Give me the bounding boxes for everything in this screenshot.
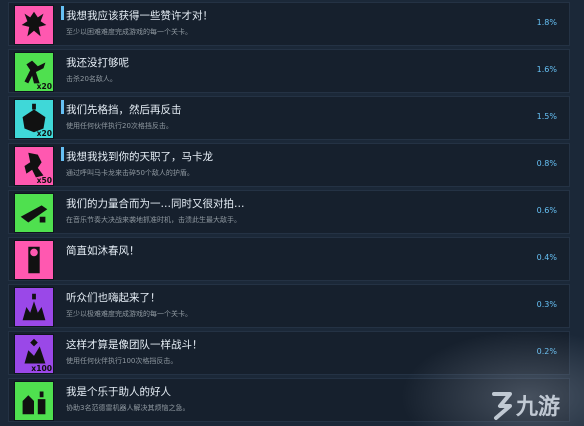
progress-indicator	[61, 100, 64, 114]
achievement-row[interactable]: 我们的力量合而为一…同时又很对拍… 在音乐节奏大决战来袭地抓准时机，击溃此生最大敌…	[8, 190, 570, 234]
beat-cannon-icon	[14, 193, 54, 233]
achievement-description: 至少以困难难度完成游戏的每一个关卡。	[66, 28, 192, 36]
achievement-title: 我想我应该获得一些赞许才对！	[66, 10, 213, 22]
unlock-percentage: 0.3%	[536, 300, 557, 309]
achievement-list: 我想我应该获得一些赞许才对！ 至少以困难难度完成游戏的每一个关卡。 1.8% x20 我…	[0, 0, 584, 426]
unlock-percentage: 0.6%	[536, 206, 557, 215]
achievement-title: 这样才算是像团队一样战斗！	[66, 339, 203, 351]
unlock-percentage: 1.6%	[536, 65, 557, 74]
svg-text:x50: x50	[37, 176, 52, 185]
svg-text:x20: x20	[37, 82, 52, 91]
speaker-figure-icon	[14, 240, 54, 280]
achievement-row[interactable]: 简直如沐春风！ 0.4%	[8, 237, 570, 281]
helper-robot-icon	[14, 381, 54, 421]
achievement-row[interactable]: 我想我应该获得一些赞许才对！ 至少以困难难度完成游戏的每一个关卡。 1.8%	[8, 2, 570, 46]
achievement-title: 我是个乐于助人的好人	[66, 386, 171, 398]
achievement-row[interactable]: x50 我想我找到你的天职了，马卡龙通过呼叫马卡龙来击碎50个敌人的护盾。 0.8%	[8, 143, 570, 187]
team-counter-icon: x100	[14, 334, 54, 374]
svg-text:x20: x20	[37, 129, 52, 138]
crowd-hype-icon	[14, 287, 54, 327]
achievement-title: 听众们也嗨起来了！	[66, 292, 161, 304]
demon-figure-icon	[14, 5, 54, 45]
achievement-row[interactable]: x100 这样才算是像团队一样战斗！ 使用任何伙伴执行100次格挡反击。 0.2%	[8, 331, 570, 375]
achievement-description: 通过呼叫马卡龙来击碎50个敌人的护盾。	[66, 169, 194, 177]
unlock-percentage: 0.4%	[536, 253, 557, 262]
svg-text:x100: x100	[31, 364, 52, 373]
svg-text:九游: 九游	[515, 394, 560, 419]
achievement-title: 我们的力量合而为一…同时又很对拍…	[66, 198, 245, 210]
achievement-description: 使用任何伙伴执行100次格挡反击。	[66, 357, 178, 365]
fighter-kick-icon: x20	[14, 52, 54, 92]
achievement-title: 我想我找到你的天职了，马卡龙	[66, 151, 213, 163]
achievement-title: 我还没打够呢	[66, 57, 129, 69]
unlock-percentage: 0.2%	[536, 347, 557, 356]
watermark-logo: 九游	[488, 388, 578, 422]
achievement-description: 使用任何伙伴执行20次格挡反击。	[66, 122, 173, 130]
achievement-description: 击杀20名敌人。	[66, 75, 117, 83]
achievement-description: 协助3名范德雷机器人解决其烦恼之急。	[66, 404, 190, 412]
unlock-percentage: 0.8%	[536, 159, 557, 168]
achievement-title: 简直如沐春风！	[66, 245, 140, 257]
unlock-percentage: 1.5%	[536, 112, 557, 121]
progress-indicator	[61, 6, 64, 20]
achievement-description: 在音乐节奏大决战来袭地抓准时机，击溃此生最大敌手。	[66, 216, 241, 224]
achievement-row[interactable]: x20 我还没打够呢击杀20名敌人。 1.6%	[8, 49, 570, 93]
progress-indicator	[61, 147, 64, 161]
achievement-row[interactable]: 我是个乐于助人的好人协助3名范德雷机器人解决其烦恼之急。	[8, 378, 570, 422]
unlock-percentage: 1.8%	[536, 18, 557, 27]
smash-figure-icon: x50	[14, 146, 54, 186]
achievement-title: 我们先格挡，然后再反击	[66, 104, 182, 116]
achievement-description: 至少以极难难度完成游戏的每一个关卡。	[66, 310, 192, 318]
shield-counter-icon: x20	[14, 99, 54, 139]
achievement-row[interactable]: x20 我们先格挡，然后再反击使用任何伙伴执行20次格挡反击。 1.5%	[8, 96, 570, 140]
achievement-row[interactable]: 听众们也嗨起来了！ 至少以极难难度完成游戏的每一个关卡。 0.3%	[8, 284, 570, 328]
